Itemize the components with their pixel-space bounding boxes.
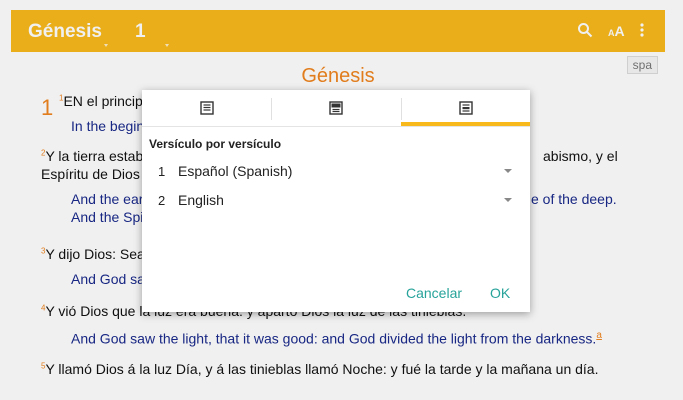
dialog-heading: Versículo por versículo: [149, 137, 282, 151]
verse-by-verse-icon: [459, 101, 473, 115]
row-number: 1: [158, 164, 166, 179]
split-layout-icon: [329, 101, 343, 115]
language-select[interactable]: Español (Spanish): [178, 163, 292, 179]
layout-dialog: Versículo por versículo 1 Español (Spani…: [142, 90, 530, 312]
language-row-1[interactable]: 1 Español (Spanish): [142, 160, 530, 184]
tab-single-layout[interactable]: [142, 90, 271, 126]
dropdown-caret-icon[interactable]: [504, 169, 512, 173]
language-select[interactable]: English: [178, 192, 224, 208]
language-row-2[interactable]: 2 English: [142, 189, 530, 213]
ok-button[interactable]: OK: [490, 285, 510, 301]
selected-tab-indicator: [401, 122, 530, 126]
single-layout-icon: [200, 101, 214, 115]
cancel-button[interactable]: Cancelar: [406, 285, 462, 301]
tab-split-layout[interactable]: [271, 90, 400, 126]
dropdown-caret-icon[interactable]: [504, 198, 512, 202]
layout-tabs: [142, 90, 530, 127]
tab-verse-by-verse[interactable]: [401, 90, 530, 126]
screen: Génesis 1 AA spa Génesis 1 1EN el princi…: [0, 0, 683, 400]
row-number: 2: [158, 193, 166, 208]
